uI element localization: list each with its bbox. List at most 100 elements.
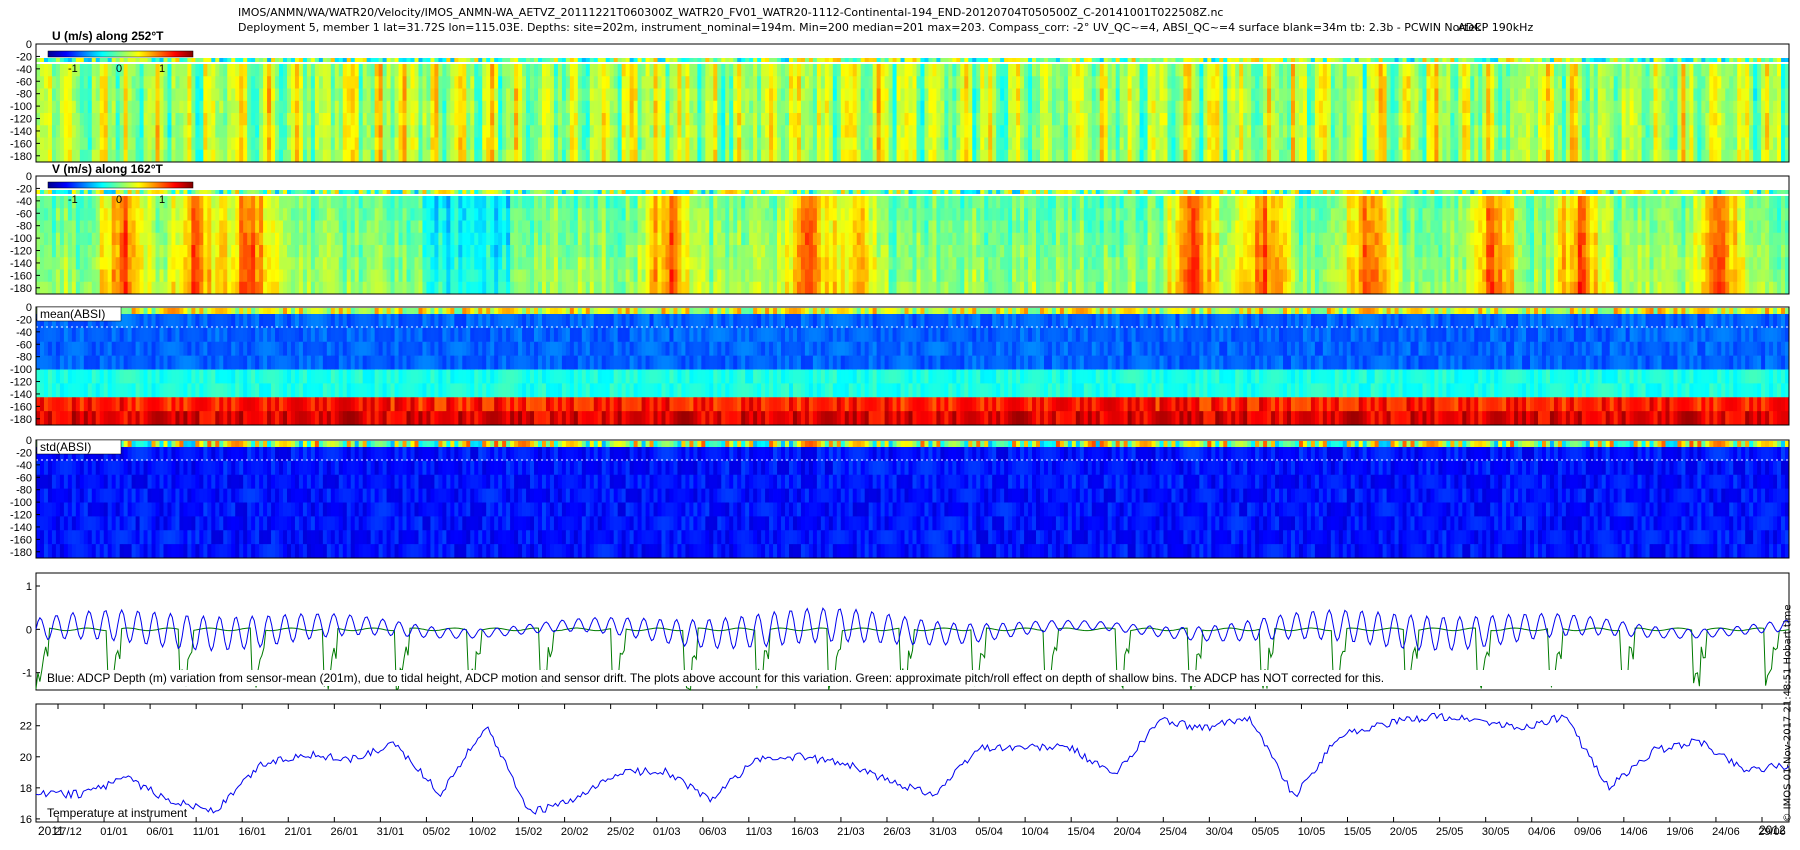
u-heat-cell <box>1123 137 1129 151</box>
u-heat-cell <box>1394 149 1399 163</box>
u-heat-cell <box>207 64 212 77</box>
u-heat-cell <box>1063 125 1069 138</box>
u-heat-cell <box>1502 58 1507 62</box>
u-heat-cell <box>59 76 65 89</box>
u-heat-cell <box>1761 149 1766 163</box>
v-heat-cell <box>59 232 65 246</box>
u-heat-cell <box>446 113 451 126</box>
v-heat-cell <box>55 220 61 234</box>
u-heat-cell <box>729 149 734 163</box>
u-heat-cell <box>1103 88 1109 102</box>
u-heat-cell <box>247 88 252 102</box>
v-heat-cell <box>255 220 260 234</box>
u-heat-cell <box>713 64 718 77</box>
u-heat-cell <box>1693 76 1698 89</box>
u-heat-cell <box>1390 149 1395 163</box>
u-heat-cell <box>1036 64 1041 77</box>
v-heat-cell <box>362 190 368 194</box>
u-heat-cell <box>1474 64 1479 77</box>
u-heat-cell <box>1502 113 1507 126</box>
v-heat-cell <box>290 208 296 221</box>
u-heat-cell <box>1298 137 1304 151</box>
u-heat-cell <box>39 64 45 77</box>
u-heat-cell <box>1059 113 1065 126</box>
u-heat-cell <box>71 100 77 114</box>
u-heat-cell <box>243 76 248 89</box>
u-heat-cell <box>314 76 320 89</box>
u-heat-cell <box>545 113 551 126</box>
u-heat-cell <box>223 64 228 77</box>
u-heat-cell <box>1283 64 1288 77</box>
u-heat-cell <box>932 149 937 163</box>
u-heat-cell <box>458 137 463 151</box>
u-heat-cell <box>390 100 395 114</box>
u-heat-cell <box>912 64 917 77</box>
u-heat-cell <box>175 88 180 102</box>
u-heat-cell <box>904 58 909 62</box>
u-heat-cell <box>621 113 627 126</box>
u-heat-cell <box>1741 113 1746 126</box>
u-heat-cell <box>1717 64 1722 77</box>
u-heat-cell <box>1541 58 1547 62</box>
u-heat-cell <box>1032 100 1037 114</box>
v-heat-cell <box>103 220 109 234</box>
u-heat-cell <box>1757 88 1762 102</box>
u-heat-cell <box>872 100 878 114</box>
v-heat-cell <box>91 269 97 283</box>
u-heat-cell <box>673 100 678 114</box>
u-heat-cell <box>1394 58 1399 62</box>
u-heat-cell <box>661 149 666 163</box>
u-heat-cell <box>1119 64 1125 77</box>
v-heat-cell <box>87 190 93 194</box>
u-ytick-label: -80 <box>16 89 32 101</box>
u-heat-cell <box>1617 100 1623 114</box>
u-heat-cell <box>1079 88 1085 102</box>
u-heat-cell <box>410 149 415 163</box>
u-heat-cell <box>1334 113 1340 126</box>
v-heat-cell <box>59 208 65 221</box>
u-heat-cell <box>968 149 973 163</box>
u-heat-cell <box>530 64 535 77</box>
u-heat-cell <box>191 113 196 126</box>
v-heat-cell <box>119 245 125 258</box>
u-heat-cell <box>1458 113 1463 126</box>
u-heat-cell <box>1721 149 1726 163</box>
u-heat-cell <box>1294 64 1300 77</box>
u-heat-cell <box>39 113 45 126</box>
u-heat-cell <box>422 58 427 62</box>
u-heat-cell <box>159 137 164 151</box>
u-heat-cell <box>478 76 483 89</box>
u-heat-cell <box>1641 137 1646 151</box>
u-heat-cell <box>840 64 846 77</box>
u-heat-cell <box>932 76 937 89</box>
u-heat-cell <box>1625 100 1631 114</box>
u-heat-cell <box>1386 113 1391 126</box>
u-heat-cell <box>601 113 607 126</box>
u-heat-cell <box>199 100 204 114</box>
u-heat-cell <box>1450 88 1455 102</box>
u-heat-cell <box>506 76 511 89</box>
u-heat-cell <box>358 113 364 126</box>
u-heat-cell <box>888 64 893 77</box>
u-heat-cell <box>832 76 838 89</box>
u-heat-cell <box>466 149 471 163</box>
u-heat-cell <box>1506 137 1511 151</box>
u-heat-cell <box>573 113 579 126</box>
u-heat-cell <box>1334 125 1340 138</box>
u-heat-cell <box>1227 58 1232 62</box>
u-velocity-panel: 0-20-40-60-80-100-120-140-160-180 U (m/s… <box>10 29 1790 163</box>
u-heat-cell <box>251 64 256 77</box>
u-heat-cell <box>143 76 148 89</box>
u-heat-cell <box>1063 64 1069 77</box>
v-heat-cell <box>438 281 443 295</box>
u-heat-cell <box>577 76 583 89</box>
u-heat-cell <box>709 137 714 151</box>
v-heat-cell <box>131 257 137 270</box>
u-heat-cell <box>1450 125 1455 138</box>
u-heat-cell <box>1462 113 1467 126</box>
u-heat-cell <box>87 64 93 77</box>
u-heat-cell <box>99 125 105 138</box>
u-heat-cell <box>79 125 85 138</box>
v-heat-cell <box>314 269 320 283</box>
u-heat-cell <box>99 137 105 151</box>
